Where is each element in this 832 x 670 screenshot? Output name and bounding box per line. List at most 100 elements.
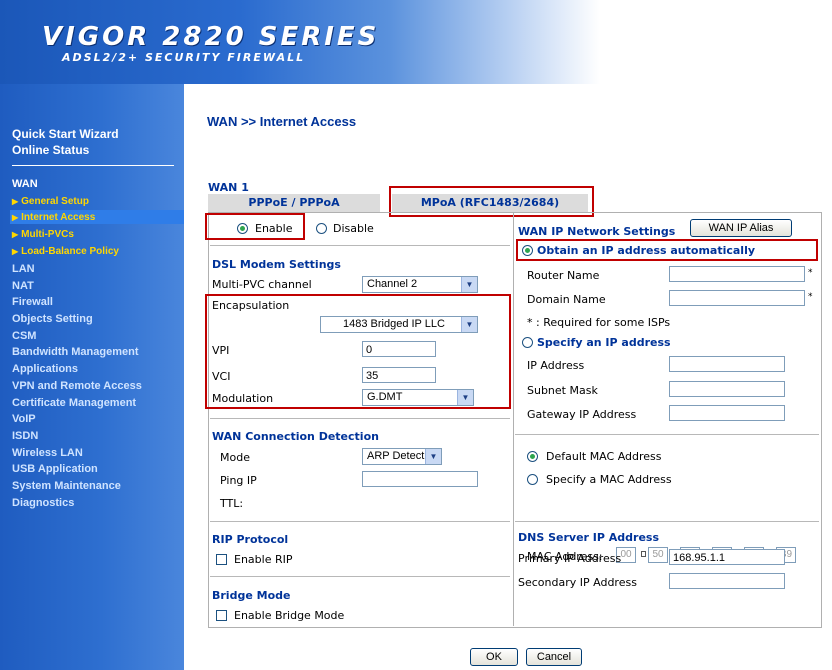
default-mac-label: Default MAC Address (546, 450, 662, 463)
separator (210, 418, 510, 419)
sidebar-item-general-setup[interactable]: ▶ General Setup (12, 196, 89, 207)
mac-separator (641, 551, 646, 557)
sidebar-item-wireless-lan[interactable]: Wireless LAN (12, 447, 83, 459)
triangle-icon: ▶ (12, 197, 19, 206)
separator (210, 245, 510, 246)
mac-octet-2[interactable]: 50 (648, 547, 668, 563)
enable-rip-label: Enable RIP (234, 553, 293, 566)
domain-name-label: Domain Name (527, 293, 606, 306)
encapsulation-label: Encapsulation (212, 299, 290, 312)
ip-address-label: IP Address (527, 359, 585, 372)
page-title: WAN >> Internet Access (207, 114, 357, 129)
sidebar-item-nat[interactable]: NAT (12, 280, 34, 292)
sidebar-item-isdn[interactable]: ISDN (12, 430, 38, 442)
mode-label: Mode (220, 451, 250, 464)
specify-mac-label: Specify a MAC Address (546, 473, 672, 486)
vci-label: VCI (212, 370, 231, 383)
secondary-dns-label: Secondary IP Address (518, 576, 637, 589)
enable-bridge-checkbox[interactable] (216, 610, 227, 621)
router-name-input[interactable] (669, 266, 805, 282)
bridge-mode-title: Bridge Mode (212, 589, 291, 602)
sidebar-item-usb[interactable]: USB Application (12, 463, 98, 475)
brand-subtitle: ADSL2/2+ SECURITY FIREWALL (62, 51, 306, 64)
header: VIGOR 2820 SERIES ADSL2/2+ SECURITY FIRE… (0, 0, 832, 84)
sidebar-item-internet-access[interactable]: ▶ Internet Access (12, 212, 95, 223)
chevron-down-icon: ▼ (457, 390, 473, 405)
sidebar: Quick Start Wizard Online Status WAN (0, 84, 184, 670)
default-mac-radio[interactable] (527, 451, 538, 462)
enable-rip-checkbox[interactable] (216, 554, 227, 565)
modulation-select[interactable]: G.DMT ▼ (362, 389, 474, 406)
sidebar-item-lan[interactable]: LAN (12, 263, 35, 275)
primary-dns-label: Primary IP Address (518, 552, 622, 565)
sidebar-item-objects-setting[interactable]: Objects Setting (12, 313, 93, 325)
obtain-ip-radio[interactable] (522, 245, 533, 256)
router-name-label: Router Name (527, 269, 600, 282)
chevron-down-icon: ▼ (461, 277, 477, 292)
sidebar-item-wan[interactable]: WAN (12, 178, 38, 190)
wan-connection-detection-title: WAN Connection Detection (212, 430, 379, 443)
required-asterisk: * (808, 268, 813, 278)
rip-protocol-title: RIP Protocol (212, 533, 289, 546)
triangle-icon: ▶ (12, 213, 19, 222)
multi-pvc-label: Multi-PVC channel (212, 278, 312, 291)
specify-ip-label: Specify an IP address (537, 336, 671, 349)
primary-dns-input[interactable]: 168.95.1.1 (669, 549, 785, 565)
ping-ip-label: Ping IP (220, 474, 257, 487)
sidebar-divider (12, 165, 174, 166)
gateway-input[interactable] (669, 405, 785, 421)
specify-mac-radio[interactable] (527, 474, 538, 485)
highlight-enable (205, 213, 305, 240)
required-note: * : Required for some ISPs (527, 316, 671, 329)
sidebar-item-applications[interactable]: Applications (12, 363, 78, 375)
sidebar-item-diagnostics[interactable]: Diagnostics (12, 497, 74, 509)
sidebar-item-vpn[interactable]: VPN and Remote Access (12, 380, 142, 392)
sidebar-link-online-status[interactable]: Online Status (12, 143, 89, 157)
triangle-icon: ▶ (12, 230, 19, 239)
enable-bridge-label: Enable Bridge Mode (234, 609, 345, 622)
vci-input[interactable]: 35 (362, 367, 436, 383)
mode-select[interactable]: ARP Detect ▼ (362, 448, 442, 465)
subnet-mask-input[interactable] (669, 381, 785, 397)
chevron-down-icon: ▼ (425, 449, 441, 464)
separator (210, 576, 510, 577)
separator (210, 521, 510, 522)
wan-label: WAN 1 (208, 181, 249, 194)
sidebar-item-voip[interactable]: VoIP (12, 413, 36, 425)
sidebar-item-system-maintenance[interactable]: System Maintenance (12, 480, 121, 492)
multi-pvc-select[interactable]: Channel 2 ▼ (362, 276, 478, 293)
sidebar-item-bandwidth[interactable]: Bandwidth Management (12, 346, 139, 358)
obtain-ip-label: Obtain an IP address automatically (537, 244, 756, 257)
disable-radio[interactable] (316, 223, 327, 234)
sidebar-item-firewall[interactable]: Firewall (12, 296, 53, 308)
cancel-button[interactable]: Cancel (526, 648, 582, 666)
wan-ip-alias-button[interactable]: WAN IP Alias (690, 219, 792, 237)
sidebar-item-certificate[interactable]: Certificate Management (12, 397, 136, 409)
specify-ip-radio[interactable] (522, 337, 533, 348)
dsl-modem-settings-title: DSL Modem Settings (212, 258, 341, 271)
sidebar-item-multi-pvcs[interactable]: ▶ Multi-PVCs (12, 229, 74, 240)
tab-pppoe[interactable]: PPPoE / PPPoA (208, 194, 380, 212)
sidebar-link-quick-start[interactable]: Quick Start Wizard (12, 127, 119, 141)
required-asterisk: * (808, 292, 813, 302)
chevron-down-icon: ▼ (461, 317, 477, 332)
sidebar-item-load-balance[interactable]: ▶ Load-Balance Policy (12, 246, 119, 257)
ttl-label: TTL: (220, 497, 244, 510)
ok-button[interactable]: OK (470, 648, 518, 666)
modulation-label: Modulation (212, 392, 274, 405)
wan-ip-settings-title: WAN IP Network Settings (518, 225, 676, 238)
secondary-dns-input[interactable] (669, 573, 785, 589)
ip-address-input[interactable] (669, 356, 785, 372)
sidebar-item-csm[interactable]: CSM (12, 330, 36, 342)
ping-ip-input[interactable] (362, 471, 478, 487)
vpi-input[interactable]: 0 (362, 341, 436, 357)
separator (515, 521, 819, 522)
triangle-icon: ▶ (12, 247, 19, 256)
column-divider (513, 212, 514, 626)
subnet-mask-label: Subnet Mask (527, 384, 598, 397)
encapsulation-select[interactable]: 1483 Bridged IP LLC ▼ (320, 316, 478, 333)
gateway-label: Gateway IP Address (527, 408, 637, 421)
dns-server-title: DNS Server IP Address (518, 531, 660, 544)
domain-name-input[interactable] (669, 290, 805, 306)
disable-label: Disable (333, 222, 374, 235)
